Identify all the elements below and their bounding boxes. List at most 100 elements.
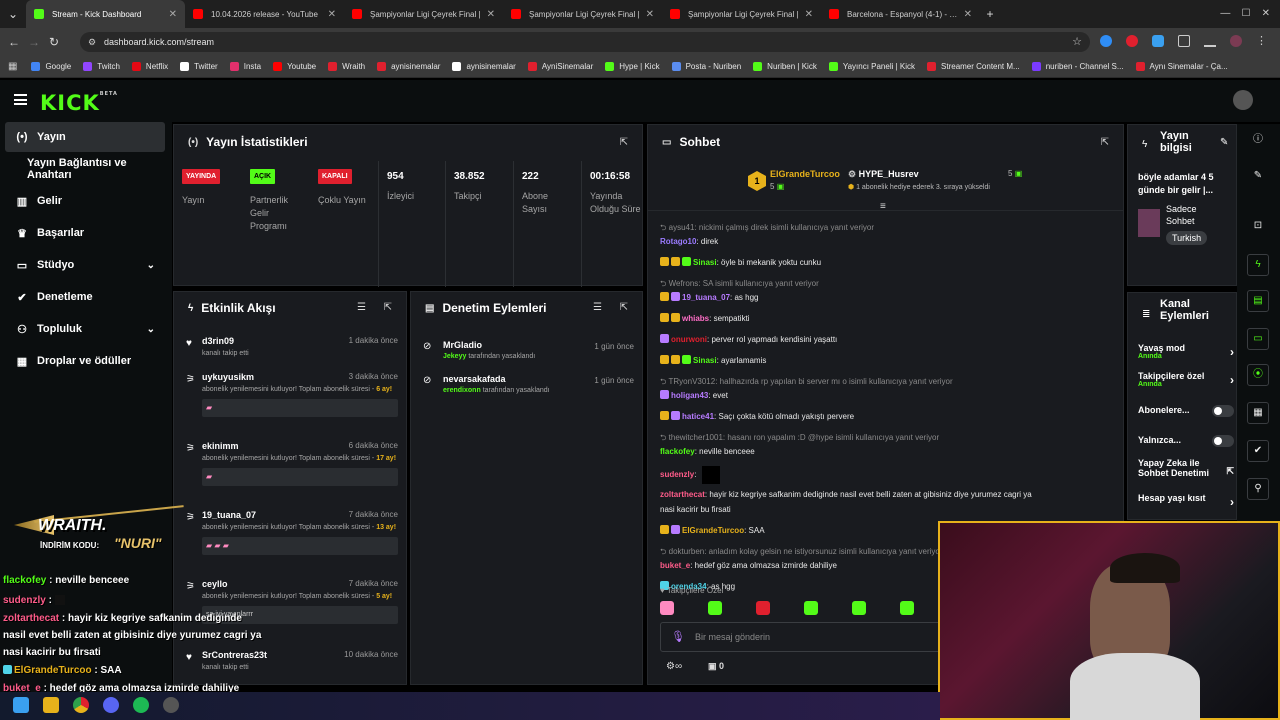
window-controls[interactable]: — ☐ ✕	[1220, 8, 1270, 19]
bookmark-item[interactable]: Netflix	[131, 62, 168, 71]
document-icon[interactable]: ▤	[1247, 290, 1269, 312]
category-name[interactable]: Sadece Sohbet	[1166, 203, 1226, 227]
close-tab-icon[interactable]: ✕	[328, 9, 336, 20]
bookmark-star-icon[interactable]: ☆	[1072, 32, 1082, 52]
chat-username[interactable]: hatice41	[682, 412, 714, 421]
chat-username[interactable]: 19_tuana_07	[682, 293, 730, 302]
chevron-right-icon[interactable]: ›	[1230, 495, 1234, 509]
bookmark-item[interactable]: Nuriben | Kick	[753, 62, 817, 71]
emote-icon[interactable]	[756, 601, 770, 615]
site-info-icon[interactable]: ⚙	[88, 32, 96, 52]
apps-icon[interactable]: ▦	[8, 61, 17, 72]
close-tab-icon[interactable]: ✕	[964, 9, 972, 20]
new-tab-icon[interactable]: +	[980, 7, 1000, 21]
emote-icon[interactable]	[852, 601, 866, 615]
tab-search-icon[interactable]: ⌄	[0, 7, 26, 21]
chat-username[interactable]: whiabs	[682, 314, 709, 323]
hamburger-icon[interactable]	[14, 94, 27, 105]
bookmark-item[interactable]: Yayıncı Paneli | Kick	[828, 62, 915, 71]
bookmark-item[interactable]: Google	[31, 62, 71, 71]
browser-tab[interactable]: Şampiyonlar Ligi Çeyrek Final | ✕	[344, 0, 503, 28]
steam-icon[interactable]	[163, 697, 179, 713]
edit-icon[interactable]: ✎	[1247, 166, 1269, 188]
moderation-item[interactable]: ⊘ MrGladio 1 gün önce Jekeyy tarafından yas…	[411, 340, 644, 370]
external-link-icon[interactable]: ⇱	[1226, 466, 1234, 477]
tag-badge[interactable]: Turkish	[1166, 231, 1208, 245]
profile-icon[interactable]	[1230, 35, 1242, 47]
edit-icon[interactable]: ✎	[1220, 137, 1228, 148]
emote-icon[interactable]	[660, 601, 674, 615]
settings-icon[interactable]: ⚙∞	[666, 661, 682, 672]
tray-icon[interactable]: ▦	[1247, 402, 1269, 424]
extension-icon[interactable]	[1126, 35, 1138, 47]
bookmark-item[interactable]: Insta	[229, 62, 261, 71]
lightning-icon[interactable]: ϟ	[1247, 254, 1269, 276]
toggle-switch[interactable]	[1212, 435, 1234, 447]
chrome-icon[interactable]	[73, 697, 89, 713]
spotify-icon[interactable]	[133, 697, 149, 713]
mic-icon[interactable]: 🎙	[671, 630, 685, 643]
filter-icon[interactable]: ☰	[593, 302, 602, 313]
wrench-icon[interactable]: ✔	[1247, 440, 1269, 462]
top-gifter-2[interactable]: ⚙ HYPE_Husrev 5 ▣ ⬢ 1 abonelik hediye ed…	[848, 167, 1108, 197]
back-icon[interactable]: ←	[4, 35, 24, 49]
browser-tab[interactable]: Stream - Kick Dashboard ✕	[26, 0, 185, 28]
popout-icon[interactable]: ⇱	[1101, 137, 1109, 148]
close-tab-icon[interactable]: ✕	[805, 9, 813, 20]
url-input[interactable]: ⚙ dashboard.kick.com/stream ☆	[80, 32, 1090, 52]
channel-action-item[interactable]: Abonelere...	[1138, 405, 1234, 417]
channel-action-item[interactable]: Takipçilere özel Anında ›	[1138, 371, 1234, 388]
bookmark-item[interactable]: AyniSinemalar	[527, 62, 593, 71]
puzzle-icon[interactable]	[1178, 35, 1190, 47]
forward-icon[interactable]: →	[24, 35, 44, 49]
bookmark-item[interactable]: Aynı Sinemalar - Ça...	[1135, 62, 1228, 71]
popout-icon[interactable]: ⇱	[620, 137, 628, 148]
person-icon[interactable]: ⚲	[1247, 478, 1269, 500]
sidebar-item[interactable]: ♛ Başarılar	[5, 218, 165, 248]
emote-icon[interactable]	[900, 601, 914, 615]
channel-action-item[interactable]: Yalnızca...	[1138, 435, 1234, 447]
browser-tab[interactable]: Şampiyonlar Ligi Çeyrek Final | ✕	[662, 0, 821, 28]
sidebar-item[interactable]: ✔ Denetleme	[5, 282, 165, 312]
chat-username[interactable]: Sinasi	[693, 258, 717, 267]
sidebar-item[interactable]: ⚇ Topluluk ⌄	[5, 314, 165, 344]
chat-username[interactable]: ElGrandeTurcoo	[682, 526, 744, 535]
channel-action-item[interactable]: Hesap yaşı kısıt ›	[1138, 493, 1234, 509]
chat-bubble-icon[interactable]: ▭	[1247, 328, 1269, 350]
info-icon[interactable]: ⓘ	[1247, 130, 1269, 152]
chat-username[interactable]: flackofey	[660, 447, 695, 456]
chevron-right-icon[interactable]: ›	[1230, 373, 1234, 387]
popout-icon[interactable]: ⇱	[384, 302, 392, 313]
chat-username[interactable]: buket_e	[660, 561, 690, 570]
toggle-switch[interactable]	[1212, 405, 1234, 417]
close-tab-icon[interactable]: ✕	[487, 9, 495, 20]
sidebar-item[interactable]: (•) Yayın	[5, 122, 165, 152]
close-tab-icon[interactable]: ✕	[646, 9, 654, 20]
bookmark-item[interactable]: Posta - Nuriben	[671, 62, 741, 71]
crop-icon[interactable]: ⊡	[1247, 216, 1269, 238]
bookmark-item[interactable]: Twitter	[180, 62, 218, 71]
bookmark-item[interactable]: Twitch	[83, 62, 120, 71]
chat-username[interactable]: sudenzly	[660, 470, 694, 479]
bookmark-item[interactable]: aynisinemalar	[377, 62, 440, 71]
popout-icon[interactable]: ⇱	[620, 302, 628, 313]
kick-logo[interactable]: KICKBETA	[40, 91, 118, 115]
browser-tab[interactable]: Barcelona - Espanyol (4-1) - Ma ✕	[821, 0, 980, 28]
browser-tab[interactable]: 10.04.2026 release - YouTube ✕	[185, 0, 344, 28]
close-tab-icon[interactable]: ✕	[169, 9, 177, 20]
bookmark-item[interactable]: Youtube	[273, 62, 316, 71]
sidebar-item[interactable]: ▥ Gelir	[5, 186, 165, 216]
bookmark-item[interactable]: nuriben - Channel S...	[1031, 62, 1124, 71]
bookmark-item[interactable]: Streamer Content M...	[927, 62, 1020, 71]
chevron-down-icon[interactable]: ⌄	[147, 324, 155, 335]
channel-action-item[interactable]: Yapay Zeka ile Sohbet Denetimi ⇱	[1138, 458, 1234, 478]
chevron-down-icon[interactable]: ⌄	[147, 260, 155, 271]
moderation-item[interactable]: ⊘ nevarsakafada 1 gün önce erendixonn taraf…	[411, 374, 644, 404]
chevron-right-icon[interactable]: ›	[1230, 345, 1234, 359]
bookmark-item[interactable]: Hype | Kick	[605, 62, 660, 71]
chat-username[interactable]: Sinasi	[693, 356, 717, 365]
emote-icon[interactable]	[804, 601, 818, 615]
shield-icon[interactable]	[1152, 35, 1164, 47]
menu-list-icon[interactable]	[1204, 35, 1216, 47]
bookmark-item[interactable]: Wraith	[328, 62, 365, 71]
